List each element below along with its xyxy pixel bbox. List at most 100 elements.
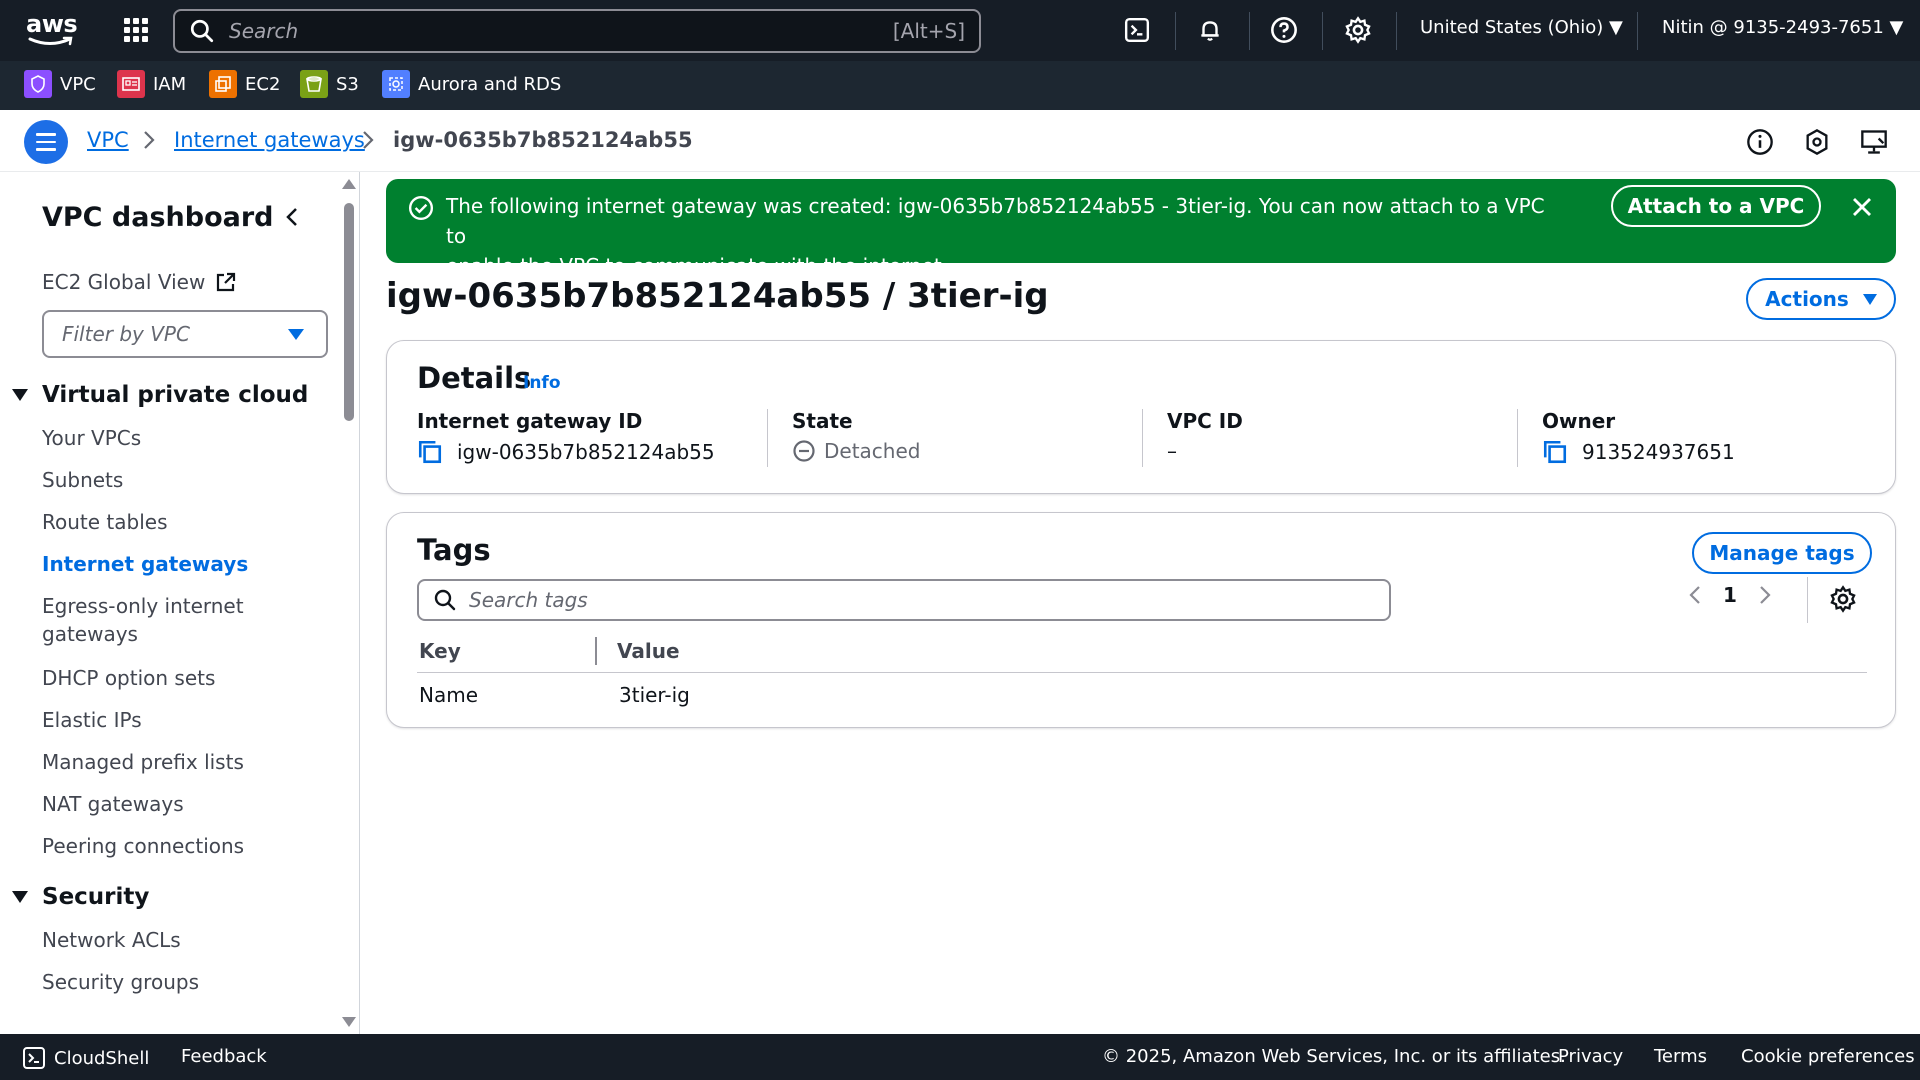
copy-icon[interactable] — [1542, 439, 1568, 465]
sidebar-item-nat-gateways[interactable]: NAT gateways — [42, 792, 184, 816]
details-panel: Details Info Internet gateway ID igw-063… — [386, 340, 1896, 494]
sidebar-item-network-acls[interactable]: Network ACLs — [42, 928, 181, 952]
chevron-right-icon — [142, 129, 156, 156]
column-header-key[interactable]: Key — [419, 639, 461, 663]
detail-value: Detached — [792, 439, 920, 463]
presentation-icon[interactable] — [1858, 126, 1890, 158]
sidebar-item-elastic-ips[interactable]: Elastic IPs — [42, 708, 142, 732]
actions-dropdown-button[interactable]: Actions — [1746, 278, 1896, 320]
flash-message: The following internet gateway was creat… — [446, 191, 1546, 281]
sidebar-scrollbar[interactable] — [340, 175, 358, 1031]
detail-vpc-id: VPC ID – — [1167, 409, 1243, 469]
ec2-service-icon — [209, 70, 237, 98]
terms-link[interactable]: Terms — [1654, 1046, 1707, 1067]
scroll-thumb[interactable] — [344, 203, 354, 421]
breadcrumb-bar: VPC Internet gateways igw-0635b7b852124a… — [0, 110, 1920, 172]
search-input[interactable]: Search [Alt+S] — [173, 9, 981, 53]
tag-value-cell: 3tier-ig — [619, 683, 690, 707]
section-title: Virtual private cloud — [42, 382, 309, 408]
sidebar-item-ec2-global-view[interactable]: EC2 Global View — [42, 270, 237, 294]
chevron-left-icon[interactable] — [1687, 583, 1703, 607]
caret-down-icon — [288, 328, 304, 340]
sidebar-item-security-groups[interactable]: Security groups — [42, 970, 199, 994]
tags-panel: Tags Manage tags Search tags 1 Key Value… — [386, 512, 1896, 728]
search-tags-input[interactable]: Search tags — [417, 579, 1391, 621]
detail-label: VPC ID — [1167, 409, 1243, 433]
detail-state: State Detached — [792, 409, 920, 469]
favorite-iam[interactable]: IAM — [117, 70, 186, 98]
side-navigation: VPC dashboard EC2 Global View Filter by … — [0, 172, 360, 1034]
section-virtual-private-cloud[interactable]: Virtual private cloud — [12, 382, 308, 408]
region-selector[interactable]: United States (Ohio) ▼ — [1420, 17, 1623, 38]
sidebar-item-managed-prefix-lists[interactable]: Managed prefix lists — [42, 750, 244, 774]
section-security[interactable]: Security — [12, 884, 149, 910]
close-icon[interactable] — [1848, 193, 1876, 221]
favorite-s3[interactable]: S3 — [300, 70, 359, 98]
copy-icon[interactable] — [417, 439, 443, 465]
favorite-vpc[interactable]: VPC — [24, 70, 96, 98]
collapse-sidebar-icon[interactable] — [280, 202, 304, 232]
favorites-bar: VPC IAM EC2 S3 Aurora and RDS — [0, 61, 1920, 110]
favorite-aurora-rds[interactable]: Aurora and RDS — [382, 70, 561, 98]
breadcrumb-vpc[interactable]: VPC — [87, 128, 129, 152]
scroll-up-icon[interactable] — [342, 179, 356, 189]
help-icon[interactable] — [1266, 12, 1302, 48]
cloudshell-label: CloudShell — [54, 1047, 150, 1069]
sidebar-item-dhcp-option-sets[interactable]: DHCP option sets — [42, 666, 215, 690]
top-navigation: aws Search [Alt+S] United States (Ohio) … — [0, 0, 1920, 61]
scroll-down-icon[interactable] — [342, 1017, 356, 1027]
detail-owner: Owner 913524937651 — [1542, 409, 1735, 469]
filter-by-vpc-select[interactable]: Filter by VPC — [42, 310, 328, 358]
services-menu-icon[interactable] — [122, 16, 150, 44]
account-menu[interactable]: Nitin @ 9135-2493-7651 ▼ — [1662, 17, 1903, 38]
sidebar-item-subnets[interactable]: Subnets — [42, 468, 123, 492]
sidebar-item-label: EC2 Global View — [42, 270, 206, 294]
favorite-label: S3 — [336, 73, 359, 95]
breadcrumb-internet-gateways[interactable]: Internet gateways — [174, 128, 365, 152]
cloudshell-icon — [23, 1047, 45, 1069]
sidebar-item-your-vpcs[interactable]: Your VPCs — [42, 426, 141, 450]
search-shortcut: [Alt+S] — [892, 19, 965, 43]
attach-to-vpc-button[interactable]: Attach to a VPC — [1611, 185, 1821, 227]
sidebar-item-egress-only-internet-gateways[interactable]: Egress-only internet gateways — [42, 594, 244, 646]
vpc-id-value: – — [1167, 439, 1177, 463]
info-panel-icon[interactable] — [1744, 126, 1776, 158]
feedback-link[interactable]: Feedback — [181, 1046, 267, 1067]
favorite-label: EC2 — [245, 73, 281, 95]
detail-internet-gateway-id: Internet gateway ID igw-0635b7b852124ab5… — [417, 409, 715, 469]
sidebar-item-label: Egress-only internet — [42, 594, 244, 618]
favorite-label: IAM — [153, 73, 187, 95]
sidebar-item-route-tables[interactable]: Route tables — [42, 510, 168, 534]
filter-placeholder: Filter by VPC — [62, 322, 190, 346]
cloudshell-footer-button[interactable]: CloudShell — [22, 1046, 149, 1070]
column-header-value[interactable]: Value — [617, 639, 680, 663]
settings-gear-icon[interactable] — [1340, 12, 1376, 48]
current-page[interactable]: 1 — [1723, 583, 1737, 607]
actions-label: Actions — [1765, 287, 1849, 311]
s3-service-icon — [300, 70, 328, 98]
breadcrumb-current: igw-0635b7b852124ab55 — [393, 128, 693, 152]
cloudshell-icon[interactable] — [1119, 12, 1155, 48]
favorite-label: VPC — [60, 73, 96, 95]
sidebar-title: VPC dashboard — [42, 202, 274, 233]
search-icon — [190, 19, 214, 43]
hamburger-menu-icon[interactable] — [24, 120, 68, 164]
info-link[interactable]: Info — [523, 373, 561, 393]
table-settings-gear-icon[interactable] — [1829, 585, 1857, 617]
column-resizer[interactable] — [595, 637, 597, 665]
rds-service-icon — [382, 70, 410, 98]
notifications-bell-icon[interactable] — [1192, 12, 1228, 48]
sidebar-item-internet-gateways[interactable]: Internet gateways — [42, 552, 248, 576]
aws-logo[interactable]: aws — [26, 10, 78, 50]
chevron-right-icon[interactable] — [1757, 583, 1773, 607]
security-shield-icon[interactable] — [1801, 126, 1833, 158]
tag-key-cell: Name — [419, 683, 479, 707]
privacy-link[interactable]: Privacy — [1558, 1046, 1623, 1067]
cookie-preferences-link[interactable]: Cookie preferences — [1741, 1046, 1915, 1067]
iam-service-icon — [117, 70, 145, 98]
flash-line: The following internet gateway was creat… — [446, 194, 1545, 248]
manage-tags-button[interactable]: Manage tags — [1692, 532, 1872, 574]
favorite-ec2[interactable]: EC2 — [209, 70, 280, 98]
owner-value: 913524937651 — [1582, 440, 1735, 464]
sidebar-item-peering-connections[interactable]: Peering connections — [42, 834, 244, 858]
